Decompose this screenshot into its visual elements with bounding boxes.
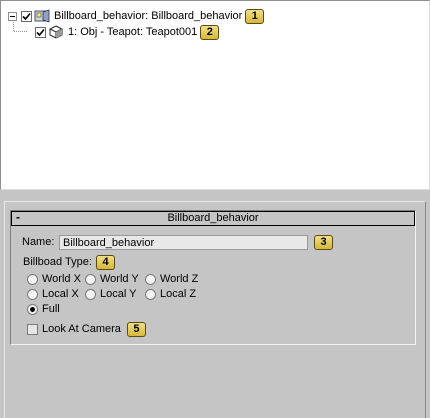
tree-row-teapot[interactable]: 1: Obj - Teapot: Teapot001 2: [27, 24, 220, 40]
annotation-badge: 4: [96, 255, 115, 270]
tree-connector: [14, 31, 27, 32]
radio-label: World Y: [100, 273, 139, 285]
tree-row-billboard-behavior[interactable]: Billboard_behavior: Billboard_behavior 1: [8, 8, 265, 24]
tree-row-label: Billboard_behavior: Billboard_behavior: [54, 10, 243, 22]
annotation-badge: 5: [126, 322, 146, 337]
tree-row-checkbox[interactable]: [35, 26, 46, 38]
name-input[interactable]: [59, 235, 308, 250]
tree-row-checkbox[interactable]: [21, 10, 32, 22]
annotation-badge: 3: [314, 235, 333, 250]
radio-label: Local X: [42, 288, 79, 300]
radio-label: Full: [42, 303, 60, 315]
radio-label: World X: [42, 273, 81, 285]
annotation-badge: 1: [245, 8, 265, 24]
radio-world-x[interactable]: World X: [27, 273, 81, 286]
radio-label: Local Z: [160, 288, 197, 300]
radio-button[interactable]: [85, 289, 96, 300]
billboard-behavior-rollout: - Billboard_behavior Name: 3 Billboad Ty…: [10, 210, 416, 345]
rollout-header[interactable]: - Billboard_behavior: [11, 211, 415, 226]
rollout-title: Billboard_behavior: [167, 212, 259, 224]
radio-button[interactable]: [145, 274, 156, 285]
radio-local-z[interactable]: Local Z: [145, 288, 196, 301]
tree-view[interactable]: Billboard_behavior: Billboard_behavior 1…: [0, 0, 430, 190]
annotation-badge: 2: [200, 24, 220, 40]
behavior-icon: [34, 9, 50, 23]
radio-world-z[interactable]: World Z: [145, 273, 198, 286]
radio-local-y[interactable]: Local Y: [85, 288, 137, 301]
radio-button[interactable]: [145, 289, 156, 300]
look-at-camera-checkbox[interactable]: Look At Camera 5: [27, 322, 146, 337]
collapse-rollout-button[interactable]: -: [16, 211, 20, 224]
object-cube-icon: [48, 25, 64, 39]
radio-button[interactable]: [27, 304, 38, 315]
radio-local-x[interactable]: Local X: [27, 288, 79, 301]
radio-full[interactable]: Full: [27, 303, 60, 316]
radio-label: Local Y: [100, 288, 137, 300]
radio-label: World Z: [160, 273, 199, 285]
radio-world-y[interactable]: World Y: [85, 273, 139, 286]
checkbox[interactable]: [27, 324, 38, 335]
radio-button[interactable]: [85, 274, 96, 285]
look-at-camera-label: Look At Camera: [42, 323, 121, 335]
name-label: Name:: [22, 236, 55, 248]
radio-button[interactable]: [27, 289, 38, 300]
billboard-type-label: Billboad Type:: [23, 256, 92, 268]
radio-button[interactable]: [27, 274, 38, 285]
tree-row-label: 1: Obj - Teapot: Teapot001: [68, 26, 198, 38]
collapse-tree-icon[interactable]: [8, 11, 17, 21]
